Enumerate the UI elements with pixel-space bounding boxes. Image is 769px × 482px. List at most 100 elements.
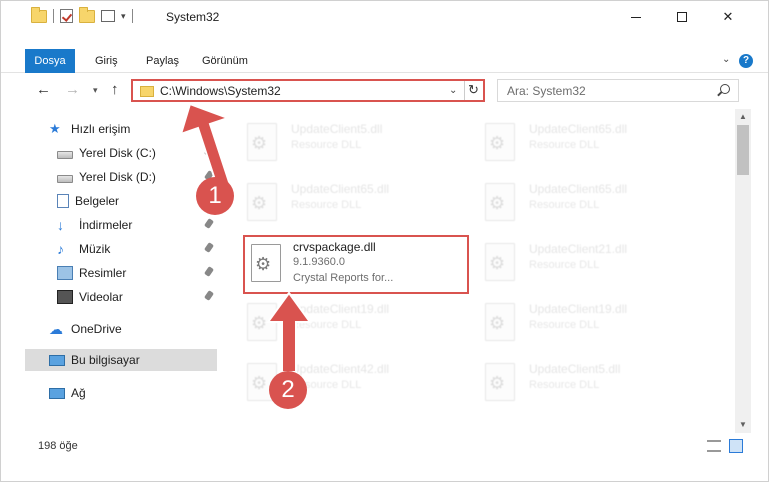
vertical-scrollbar[interactable]: ▲ ▼: [735, 109, 751, 433]
sidebar-item-documents[interactable]: Belgeler: [57, 190, 217, 212]
file-tile-crvspackage[interactable]: crvspackage.dll 9.1.9360.0 Crystal Repor…: [243, 235, 469, 294]
dll-file-icon: [485, 183, 515, 221]
file-type: Resource DLL: [291, 199, 362, 211]
minimize-button[interactable]: [613, 1, 659, 33]
file-version: 9.1.9360.0: [293, 256, 345, 268]
file-tile[interactable]: UpdateClient5.dll Resource DLL: [233, 117, 453, 171]
sidebar-item-quick-access[interactable]: ★ Hızlı erişim: [49, 118, 217, 140]
pin-icon[interactable]: [203, 146, 215, 157]
dll-file-icon: [251, 244, 281, 282]
search-placeholder: Ara: System32: [507, 84, 586, 98]
file-tile[interactable]: UpdateClient42.dll Resource DLL: [233, 357, 453, 411]
file-name: UpdateClient65.dll: [291, 182, 390, 196]
document-icon: [57, 194, 69, 208]
maximize-button[interactable]: [659, 1, 705, 33]
sidebar-item-downloads[interactable]: ↓ İndirmeler: [57, 214, 217, 236]
tab-gorunum[interactable]: Görünüm: [202, 49, 248, 73]
sidebar-item-this-pc[interactable]: Bu bilgisayar: [25, 349, 217, 371]
toolbar-separator: [131, 9, 133, 23]
file-name: crvspackage.dll: [293, 240, 376, 254]
maximize-icon: [677, 12, 687, 22]
file-tile[interactable]: UpdateClient19.dll Resource DLL: [233, 297, 453, 351]
tab-giris[interactable]: Giriş: [95, 49, 118, 73]
dll-file-icon: [485, 243, 515, 281]
scroll-up-icon[interactable]: ▲: [739, 112, 747, 121]
file-tile[interactable]: UpdateClient21.dll Resource DLL: [471, 237, 691, 291]
file-type: Resource DLL: [291, 319, 362, 331]
toolbar-separator: [53, 9, 54, 23]
sidebar-item-pictures[interactable]: Resimler: [57, 262, 217, 284]
dll-file-icon: [485, 363, 515, 401]
file-explorer-window: ▾ System32 ✕ Dosya Giriş Paylaş Görünüm …: [0, 0, 769, 482]
file-tile[interactable]: UpdateClient65.dll Resource DLL: [471, 177, 691, 231]
file-name: UpdateClient19.dll: [529, 302, 628, 316]
search-icon[interactable]: [720, 84, 730, 94]
close-button[interactable]: ✕: [705, 1, 751, 33]
up-arrow-icon[interactable]: ↑: [111, 81, 119, 98]
tab-dosya[interactable]: Dosya: [25, 49, 75, 73]
pin-icon[interactable]: [203, 290, 215, 301]
sidebar-item-videos[interactable]: Videolar: [57, 286, 217, 308]
file-name: UpdateClient19.dll: [291, 302, 390, 316]
details-view-icon[interactable]: [707, 440, 721, 452]
file-tile[interactable]: UpdateClient65.dll Resource DLL: [471, 117, 691, 171]
new-folder-icon[interactable]: [79, 6, 95, 23]
network-icon: [49, 387, 65, 399]
help-icon[interactable]: ?: [739, 54, 753, 68]
tab-paylas[interactable]: Paylaş: [146, 49, 179, 73]
pin-icon[interactable]: [203, 242, 215, 253]
back-arrow-icon[interactable]: ←: [36, 81, 51, 98]
folder-icon: [31, 6, 47, 23]
step-2-badge: 2: [269, 371, 307, 409]
computer-icon: [49, 354, 65, 366]
file-type: Resource DLL: [529, 319, 600, 331]
tiles-view-icon[interactable]: [729, 439, 743, 453]
step-1-badge: 1: [196, 177, 234, 215]
pin-icon[interactable]: [203, 218, 215, 229]
pictures-icon: [57, 266, 73, 280]
dll-file-icon: [247, 183, 277, 221]
file-type: Resource DLL: [529, 379, 600, 391]
address-path[interactable]: C:\Windows\System32: [160, 84, 281, 98]
customize-toolbar-icon[interactable]: [101, 10, 115, 22]
quick-access-toolbar: ▾: [31, 6, 133, 23]
properties-check-icon[interactable]: [60, 9, 73, 23]
ribbon-expand-icon[interactable]: ⌄: [722, 54, 730, 65]
file-name: UpdateClient42.dll: [291, 362, 390, 376]
video-icon: [57, 290, 73, 304]
search-input[interactable]: Ara: System32: [497, 79, 739, 102]
dll-file-icon: [247, 123, 277, 161]
file-tile[interactable]: UpdateClient5.dll Resource DLL: [471, 357, 691, 411]
navigation-bar: ← → ▾ ↑ C:\Windows\System32 ⌄ ↻ Ara: Sys…: [1, 77, 768, 105]
download-icon: ↓: [57, 217, 64, 233]
scrollbar-thumb[interactable]: [737, 125, 749, 175]
file-tile[interactable]: UpdateClient19.dll Resource DLL: [471, 297, 691, 351]
chevron-down-icon[interactable]: ⌄: [449, 85, 457, 96]
sidebar-item-label: Müzik: [79, 242, 111, 256]
item-count: 198 öğe: [38, 440, 78, 452]
minimize-icon: [631, 16, 641, 18]
sidebar-item-label: Belgeler: [75, 194, 120, 208]
chevron-down-icon[interactable]: ▾: [121, 11, 126, 22]
sidebar-item-onedrive[interactable]: ☁ OneDrive: [49, 318, 217, 340]
forward-arrow-icon[interactable]: →: [65, 81, 80, 98]
navigation-pane: ★ Hızlı erişim Yerel Disk (C:) Yerel Dis…: [25, 115, 221, 415]
refresh-icon[interactable]: ↻: [468, 82, 479, 98]
address-bar[interactable]: C:\Windows\System32 ⌄ ↻: [131, 79, 485, 102]
ribbon-tabs: Dosya Giriş Paylaş Görünüm ⌄ ?: [1, 49, 768, 73]
sidebar-item-label: Videolar: [79, 290, 123, 304]
file-type: Resource DLL: [291, 139, 362, 151]
sidebar-item-network[interactable]: Ağ: [49, 382, 217, 404]
sidebar-item-label: İndirmeler: [79, 218, 133, 232]
sidebar-item-local-disk-d[interactable]: Yerel Disk (D:): [57, 166, 217, 188]
sidebar-item-label: Yerel Disk (C:): [79, 146, 156, 160]
close-icon: ✕: [722, 9, 734, 24]
sidebar-item-local-disk-c[interactable]: Yerel Disk (C:): [57, 142, 217, 164]
sidebar-item-label: Resimler: [79, 266, 127, 280]
file-tile[interactable]: UpdateClient65.dll Resource DLL: [233, 177, 453, 231]
cloud-icon: ☁: [49, 321, 63, 337]
pin-icon[interactable]: [203, 266, 215, 277]
recent-locations-chevron-icon[interactable]: ▾: [93, 85, 98, 96]
scroll-down-icon[interactable]: ▼: [739, 420, 747, 429]
sidebar-item-music[interactable]: ♪ Müzik: [57, 238, 217, 260]
